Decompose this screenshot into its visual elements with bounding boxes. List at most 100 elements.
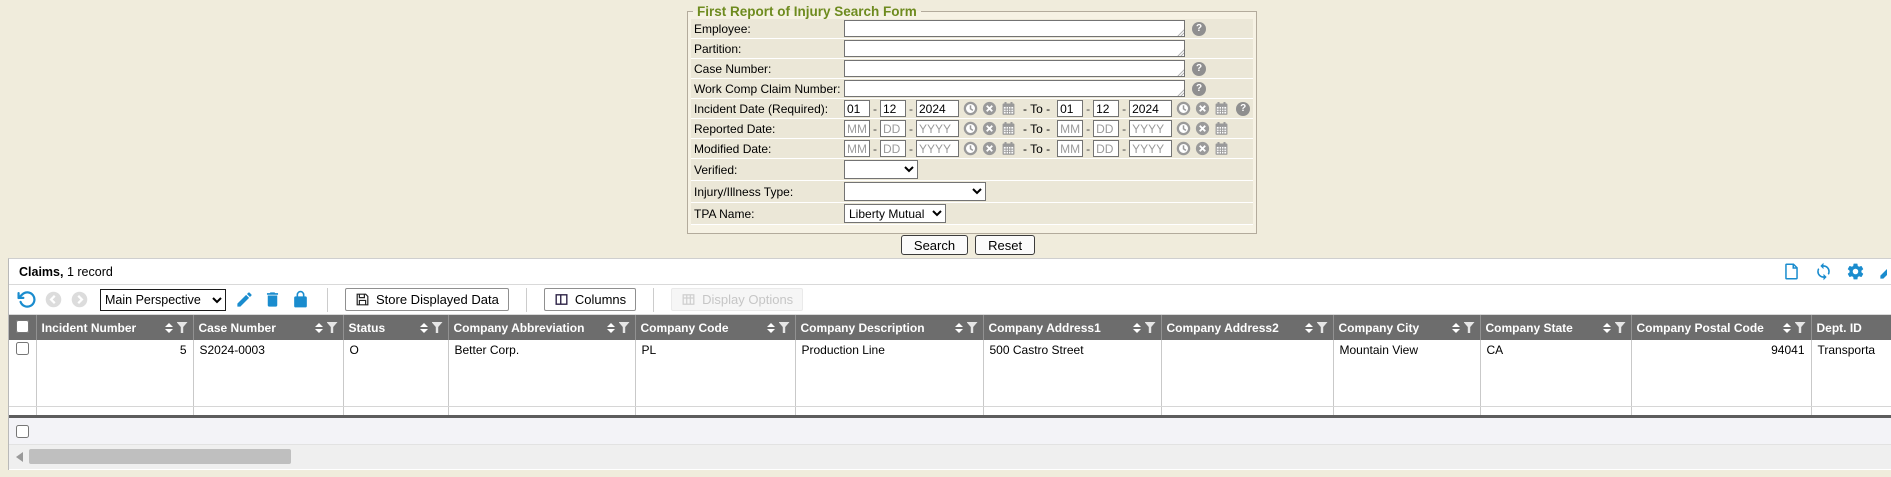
- reported-date-from-yyyy-input[interactable]: [916, 120, 959, 137]
- filter-icon[interactable]: [779, 322, 790, 333]
- tpa-name-select[interactable]: Liberty Mutual: [844, 204, 946, 223]
- modified-date-from-yyyy-input[interactable]: [916, 140, 959, 157]
- column-header-case-number: Case Number: [193, 315, 343, 340]
- modified-date-to-yyyy-input[interactable]: [1129, 140, 1172, 157]
- modified-date-to-calendar-button[interactable]: [1213, 141, 1229, 157]
- case-number-input[interactable]: [844, 60, 1185, 77]
- modified-date-from-clear-button[interactable]: [981, 141, 997, 157]
- employee-help-icon[interactable]: ?: [1192, 22, 1206, 36]
- reported-date-from-clear-button[interactable]: [981, 121, 997, 137]
- employee-input[interactable]: [844, 20, 1185, 37]
- perspective-select[interactable]: Main Perspective: [100, 289, 226, 311]
- reported-date-to-yyyy-input[interactable]: [1129, 120, 1172, 137]
- reported-date-from-dd-input[interactable]: [880, 120, 906, 137]
- incident-date-from-time-button[interactable]: [962, 101, 978, 117]
- new-document-button[interactable]: [1782, 262, 1801, 281]
- case-number-help-icon[interactable]: ?: [1192, 62, 1206, 76]
- incident-date-from-mm-input[interactable]: [844, 100, 870, 117]
- work-comp-claim-number-input[interactable]: [844, 80, 1185, 97]
- filter-icon[interactable]: [1464, 322, 1475, 333]
- next-perspective-button[interactable]: [71, 291, 88, 308]
- sort-icon[interactable]: [420, 323, 428, 333]
- filter-icon[interactable]: [1145, 322, 1156, 333]
- reported-date-from-mm-input[interactable]: [844, 120, 870, 137]
- incident-date-to-dd-input[interactable]: [1093, 100, 1119, 117]
- modified-date-to-mm-input[interactable]: [1057, 140, 1083, 157]
- modified-date-from-mm-input[interactable]: [844, 140, 870, 157]
- sort-icon[interactable]: [1603, 323, 1611, 333]
- incident-date-control: --- To ---?: [844, 100, 1250, 117]
- sort-icon[interactable]: [955, 323, 963, 333]
- sort-icon[interactable]: [1452, 323, 1460, 333]
- incident-date-from-yyyy-input[interactable]: [916, 100, 959, 117]
- partition-input[interactable]: [844, 40, 1185, 57]
- modified-date-from-time-button[interactable]: [962, 141, 978, 157]
- toolbar-divider: [327, 288, 328, 312]
- injury-illness-type-select[interactable]: [844, 182, 986, 201]
- footer-row-checkbox[interactable]: [16, 425, 29, 438]
- incident-date-from-dd-input[interactable]: [880, 100, 906, 117]
- edit-button-clipped[interactable]: [1878, 262, 1887, 281]
- filter-icon[interactable]: [177, 322, 188, 333]
- lock-perspective-button[interactable]: [291, 290, 310, 309]
- columns-button[interactable]: Columns: [544, 288, 636, 311]
- sort-icon[interactable]: [1783, 323, 1791, 333]
- previous-perspective-button[interactable]: [45, 291, 62, 308]
- form-row-partition: Partition:: [691, 39, 1253, 59]
- date-separator: -: [909, 102, 913, 116]
- filter-icon[interactable]: [1795, 322, 1806, 333]
- incident-date-from-calendar-button[interactable]: [1000, 101, 1016, 117]
- verified-select[interactable]: [844, 160, 918, 179]
- incident-date-to-calendar-button[interactable]: [1213, 101, 1229, 117]
- reported-date-to-calendar-button[interactable]: [1213, 121, 1229, 137]
- modified-date-from-dd-input[interactable]: [880, 140, 906, 157]
- clock-icon: [963, 121, 978, 136]
- scrollbar-left-arrow[interactable]: [16, 452, 23, 462]
- modified-date-from-calendar-button[interactable]: [1000, 141, 1016, 157]
- store-displayed-data-button[interactable]: Store Displayed Data: [345, 288, 509, 311]
- toolbar-divider: [653, 288, 654, 312]
- modified-date-to-dd-input[interactable]: [1093, 140, 1119, 157]
- filter-icon[interactable]: [1317, 322, 1328, 333]
- sort-icon[interactable]: [1305, 323, 1313, 333]
- modified-date-to-clear-button[interactable]: [1194, 141, 1210, 157]
- reset-button[interactable]: Reset: [975, 235, 1035, 255]
- incident-date-to-time-button[interactable]: [1175, 101, 1191, 117]
- reported-date-from-time-button[interactable]: [962, 121, 978, 137]
- work-comp-claim-number-help-icon[interactable]: ?: [1192, 82, 1206, 96]
- sort-icon[interactable]: [165, 323, 173, 333]
- sort-icon[interactable]: [315, 323, 323, 333]
- filter-icon[interactable]: [432, 322, 443, 333]
- search-button[interactable]: Search: [901, 235, 968, 255]
- incident-date-to-mm-input[interactable]: [1057, 100, 1083, 117]
- filter-icon[interactable]: [327, 322, 338, 333]
- settings-button[interactable]: [1846, 262, 1865, 281]
- undo-button[interactable]: [17, 290, 36, 309]
- edit-perspective-button[interactable]: [235, 290, 254, 309]
- sort-icon[interactable]: [1133, 323, 1141, 333]
- select-all-checkbox[interactable]: [16, 320, 29, 333]
- reported-date-from-calendar-button[interactable]: [1000, 121, 1016, 137]
- reported-date-to-mm-input[interactable]: [1057, 120, 1083, 137]
- refresh-button[interactable]: [1814, 262, 1833, 281]
- reported-date-to-dd-input[interactable]: [1093, 120, 1119, 137]
- cell-company-address1: 500 Castro Street: [983, 340, 1161, 406]
- incident-date-help-icon[interactable]: ?: [1236, 102, 1250, 116]
- horizontal-scrollbar[interactable]: [9, 445, 1891, 469]
- modified-date-to-time-button[interactable]: [1175, 141, 1191, 157]
- filter-icon[interactable]: [967, 322, 978, 333]
- scrollbar-thumb[interactable]: [29, 449, 291, 464]
- delete-perspective-button[interactable]: [263, 290, 282, 309]
- incident-date-to-yyyy-input[interactable]: [1129, 100, 1172, 117]
- filter-icon[interactable]: [1615, 322, 1626, 333]
- sort-icon[interactable]: [607, 323, 615, 333]
- grid-header-row: Incident NumberCase NumberStatusCompany …: [9, 315, 1891, 340]
- incident-date-from-clear-button[interactable]: [981, 101, 997, 117]
- reported-date-to-time-button[interactable]: [1175, 121, 1191, 137]
- sort-icon[interactable]: [767, 323, 775, 333]
- grid-footer-row: [9, 418, 1891, 445]
- reported-date-to-clear-button[interactable]: [1194, 121, 1210, 137]
- row-select-checkbox[interactable]: [16, 342, 29, 355]
- incident-date-to-clear-button[interactable]: [1194, 101, 1210, 117]
- filter-icon[interactable]: [619, 322, 630, 333]
